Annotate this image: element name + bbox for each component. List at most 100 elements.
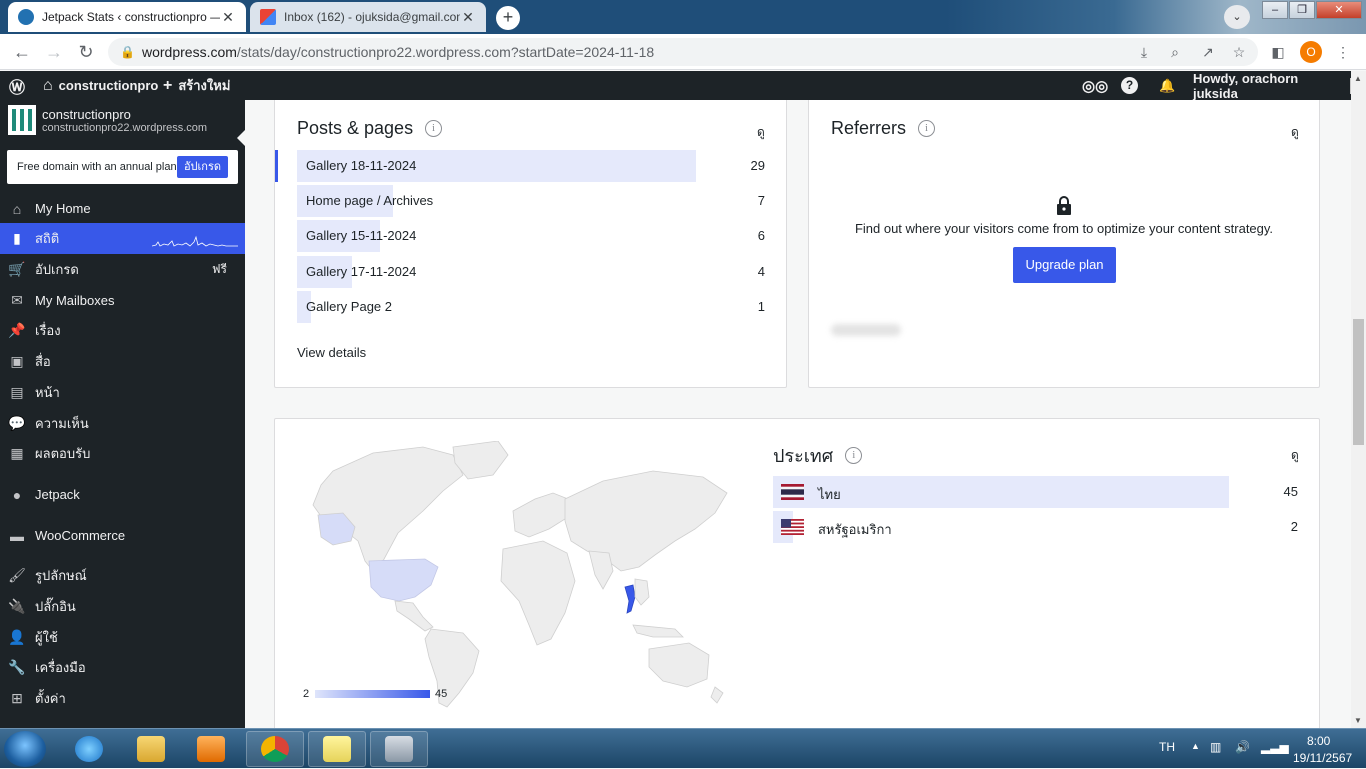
start-button[interactable] (4, 731, 46, 767)
us-flag-icon (781, 519, 804, 535)
sidebar-item-pages[interactable]: ▤ หน้า (0, 377, 245, 408)
page-scrollbar[interactable]: ▲ ▼ (1351, 71, 1366, 728)
address-bar[interactable]: 🔒 wordpress.com/stats/day/constructionpr… (108, 38, 1258, 66)
device-icon[interactable]: ▥ (1210, 740, 1221, 754)
info-icon[interactable]: i (918, 120, 936, 137)
sidebar-item-media[interactable]: ▣ สื่อ (0, 346, 245, 377)
sidebar-item-upgrades[interactable]: 🛒 อัปเกรด ฟรี (0, 254, 245, 285)
country-row-thailand[interactable]: ไทย 45 (773, 476, 1298, 508)
notifications-bell-icon[interactable]: 🔔 (1159, 71, 1175, 100)
volume-icon[interactable]: 🔊 (1235, 740, 1250, 754)
forward-arrow-icon[interactable]: → (42, 40, 66, 64)
post-title: Gallery Page 2 (306, 299, 392, 314)
upgrade-promo-button[interactable]: อัปเกรด (176, 156, 228, 178)
jetpack-icon: ● (12, 486, 22, 503)
post-row[interactable]: Home page / Archives 7 (297, 185, 765, 217)
country-views: 45 (1283, 484, 1298, 499)
map-central-america (394, 600, 434, 632)
admin-bar-new[interactable]: + สร้างใหม่ (163, 71, 230, 100)
reload-icon[interactable]: ↻ (74, 40, 98, 64)
close-tab-icon[interactable]: ✕ (220, 9, 236, 26)
sidebar-item-settings[interactable]: ⊞ ตั้งค่า (0, 683, 245, 714)
tab-search-chevron-icon[interactable]: ⌄ (1224, 5, 1250, 29)
view-details-link[interactable]: View details (297, 345, 366, 360)
sidebar-item-comments[interactable]: 💬 ความเห็น (0, 408, 245, 439)
sidebar-item-feedback[interactable]: ▦ ผลตอบรับ (0, 438, 245, 469)
wordpress-logo-icon[interactable]: Ⓦ (9, 71, 25, 100)
language-indicator[interactable]: TH (1159, 740, 1175, 754)
post-views: 6 (757, 228, 765, 243)
windows-taskbar: TH ▲ ▥ 🔊 ▂▃▅ 8:00 19/11/2567 (0, 728, 1366, 768)
site-logo (8, 105, 36, 135)
lock-icon: 🔒 (120, 45, 135, 59)
country-name: สหรัฐอเมริกา (818, 522, 892, 537)
post-row[interactable]: Gallery 15-11-2024 6 (297, 220, 765, 252)
sidebar-item-my-home[interactable]: ⌂ My Home (0, 193, 245, 224)
map-north-america (312, 446, 464, 572)
reader-glasses-icon[interactable]: ◎◎ (1082, 71, 1108, 100)
sticky-notes-icon[interactable] (308, 731, 366, 767)
media-player-icon[interactable] (182, 731, 240, 767)
user-icon: 👤 (8, 629, 26, 645)
scroll-up-arrow-icon[interactable]: ▲ (1354, 74, 1362, 83)
sidebar-item-tools[interactable]: 🔧 เครื่องมือ (0, 652, 245, 683)
sidebar-item-plugins[interactable]: 🔌 ปลั๊กอิน (0, 591, 245, 622)
scrollbar-thumb[interactable] (1353, 319, 1364, 445)
map-thailand (624, 584, 636, 614)
howdy-user-menu[interactable]: Howdy, orachorn juksida (1193, 71, 1366, 101)
install-app-icon[interactable]: ⤓ (1134, 42, 1154, 62)
sidebar-item-users[interactable]: 👤 ผู้ใช้ (0, 622, 245, 653)
zoom-icon[interactable]: ⌕ (1165, 42, 1185, 62)
tray-up-arrow-icon[interactable]: ▲ (1191, 741, 1200, 751)
site-header[interactable]: constructionpro constructionpro22.wordpr… (0, 100, 245, 140)
info-icon[interactable]: i (845, 447, 863, 464)
back-arrow-icon[interactable]: ← (10, 40, 34, 64)
clock-date[interactable]: 19/11/2567 (1293, 751, 1352, 765)
new-tab-button[interactable]: + (496, 6, 520, 30)
country-row-usa[interactable]: สหรัฐอเมริกา 2 (773, 511, 1298, 543)
side-panel-icon[interactable]: ◧ (1268, 42, 1288, 62)
post-row[interactable]: Gallery Page 2 1 (297, 291, 765, 323)
url-text: wordpress.com/stats/day/constructionpro2… (142, 44, 655, 60)
brush-icon: 🖌 (8, 567, 26, 583)
plus-icon: + (163, 76, 173, 94)
calculator-icon[interactable] (370, 731, 428, 767)
menu-kebab-icon[interactable]: ⋮ (1333, 42, 1353, 62)
post-row[interactable]: Gallery 18-11-2024 29 (297, 150, 765, 182)
chrome-taskbar-icon[interactable] (246, 731, 304, 767)
promo-text: Free domain with an annual plan (17, 161, 177, 173)
sidebar-item-appearance[interactable]: 🖌 รูปลักษณ์ (0, 560, 245, 591)
sidebar-item-stats[interactable]: ▮ สถิติ (0, 223, 245, 254)
sidebar-item-mailboxes[interactable]: ✉ My Mailboxes (0, 285, 245, 316)
upgrade-plan-button[interactable]: Upgrade plan (1013, 247, 1116, 283)
post-views: 4 (757, 264, 765, 279)
countries-title: ประเทศ i (773, 441, 863, 470)
map-australia (648, 642, 710, 688)
close-window-button[interactable]: ✕ (1316, 1, 1362, 19)
help-icon[interactable]: ? (1121, 71, 1138, 100)
tab-title: Jetpack Stats ‹ constructionpro — (42, 10, 220, 24)
sidebar-item-posts[interactable]: 📌 เรื่อง (0, 315, 245, 346)
maximize-window-button[interactable]: ❐ (1289, 1, 1315, 19)
post-row[interactable]: Gallery 17-11-2024 4 (297, 256, 765, 288)
internet-explorer-icon[interactable] (60, 731, 118, 767)
close-tab-icon[interactable]: ✕ (460, 9, 476, 26)
sidebar-item-woocommerce[interactable]: ▬ WooCommerce (0, 520, 245, 551)
profile-avatar[interactable]: O (1300, 41, 1322, 63)
scroll-down-arrow-icon[interactable]: ▼ (1354, 716, 1362, 725)
info-icon[interactable]: i (425, 120, 443, 137)
legend-min: 2 (303, 688, 310, 700)
share-icon[interactable]: ↗ (1198, 42, 1218, 62)
file-explorer-icon[interactable] (122, 731, 180, 767)
bookmark-star-icon[interactable]: ☆ (1229, 42, 1249, 62)
tab-jetpack-stats[interactable]: Jetpack Stats ‹ constructionpro — ✕ (8, 2, 246, 32)
sidebar-item-jetpack[interactable]: ● Jetpack (0, 479, 245, 510)
active-menu-arrow (237, 130, 245, 146)
network-signal-icon[interactable]: ▂▃▅ (1261, 740, 1289, 754)
map-india (588, 550, 614, 590)
tab-gmail-inbox[interactable]: Inbox (162) - ojuksida@gmail.com ✕ (250, 2, 486, 32)
clock-time[interactable]: 8:00 (1307, 734, 1330, 748)
minimize-window-button[interactable]: – (1262, 1, 1288, 19)
media-icon: ▣ (10, 353, 24, 369)
admin-bar-site[interactable]: ⌂ constructionpro (43, 71, 158, 100)
